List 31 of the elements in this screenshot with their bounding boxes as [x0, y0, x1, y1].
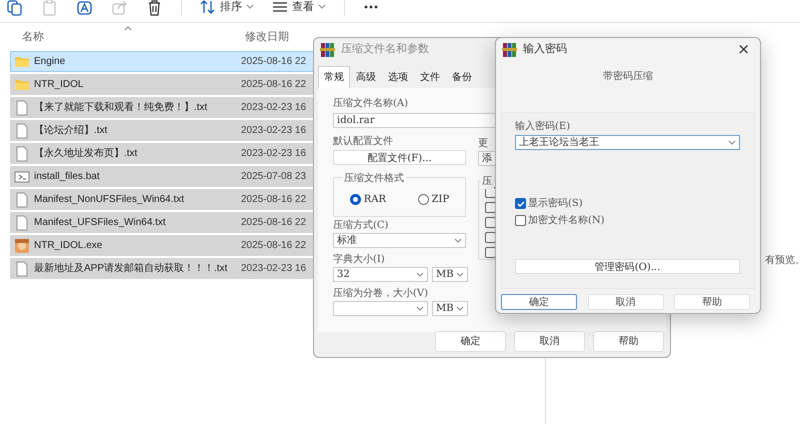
window-title: 压缩文件名和参数 [341, 40, 429, 57]
field-label: 压缩方式(C) [333, 218, 390, 233]
group-title: 压 [480, 174, 494, 189]
modified-date: 2025-07-08 23 [241, 170, 306, 184]
file-name: Manifest_NonUFSFiles_Win64.txt [34, 193, 186, 207]
file-name: Manifest_UFSFiles_Win64.txt [34, 216, 167, 230]
file-name: 【来了就能下载和观看！纯免费！】.txt [34, 100, 208, 115]
field-label: 默认配置文件 [333, 134, 394, 149]
field-label: 压缩文件名称(A) [333, 96, 410, 111]
field-label: 更 [478, 137, 489, 151]
modified-date: 2023-02-23 16 [241, 147, 306, 161]
file-name: NTR_IDOL [34, 78, 84, 92]
preview-note: 有预览。 [765, 254, 800, 268]
modified-date: 2025-08-16 22 [241, 78, 306, 92]
modified-date: 2023-02-23 16 [241, 124, 306, 138]
window-title: 输入密码 [523, 40, 568, 57]
modified-date: 2023-02-23 16 [241, 262, 306, 276]
modified-date: 2025-08-16 22 [241, 216, 306, 230]
modified-date: 2025-08-16 22 [241, 55, 306, 69]
field-label: 压缩为分卷，大小(V) [333, 286, 430, 301]
dialog-heading: 带密码压缩 [602, 70, 654, 84]
file-name: NTR_IDOL.exe [34, 239, 104, 253]
modified-date: 2023-02-23 16 [241, 101, 306, 115]
field-label: 字典大小(I) [333, 252, 386, 267]
file-name: install_files.bat [34, 170, 101, 184]
file-name: 【论坛介绍】.txt [34, 124, 108, 138]
modified-date: 2025-08-16 22 [241, 193, 306, 207]
file-name: 最新地址及APP请发邮箱自动获取！！！.txt [34, 262, 228, 276]
file-name: 【永久地址发布页】.txt [34, 146, 138, 161]
modified-date: 2025-08-16 22 [241, 239, 306, 253]
file-name: Engine [34, 55, 66, 69]
